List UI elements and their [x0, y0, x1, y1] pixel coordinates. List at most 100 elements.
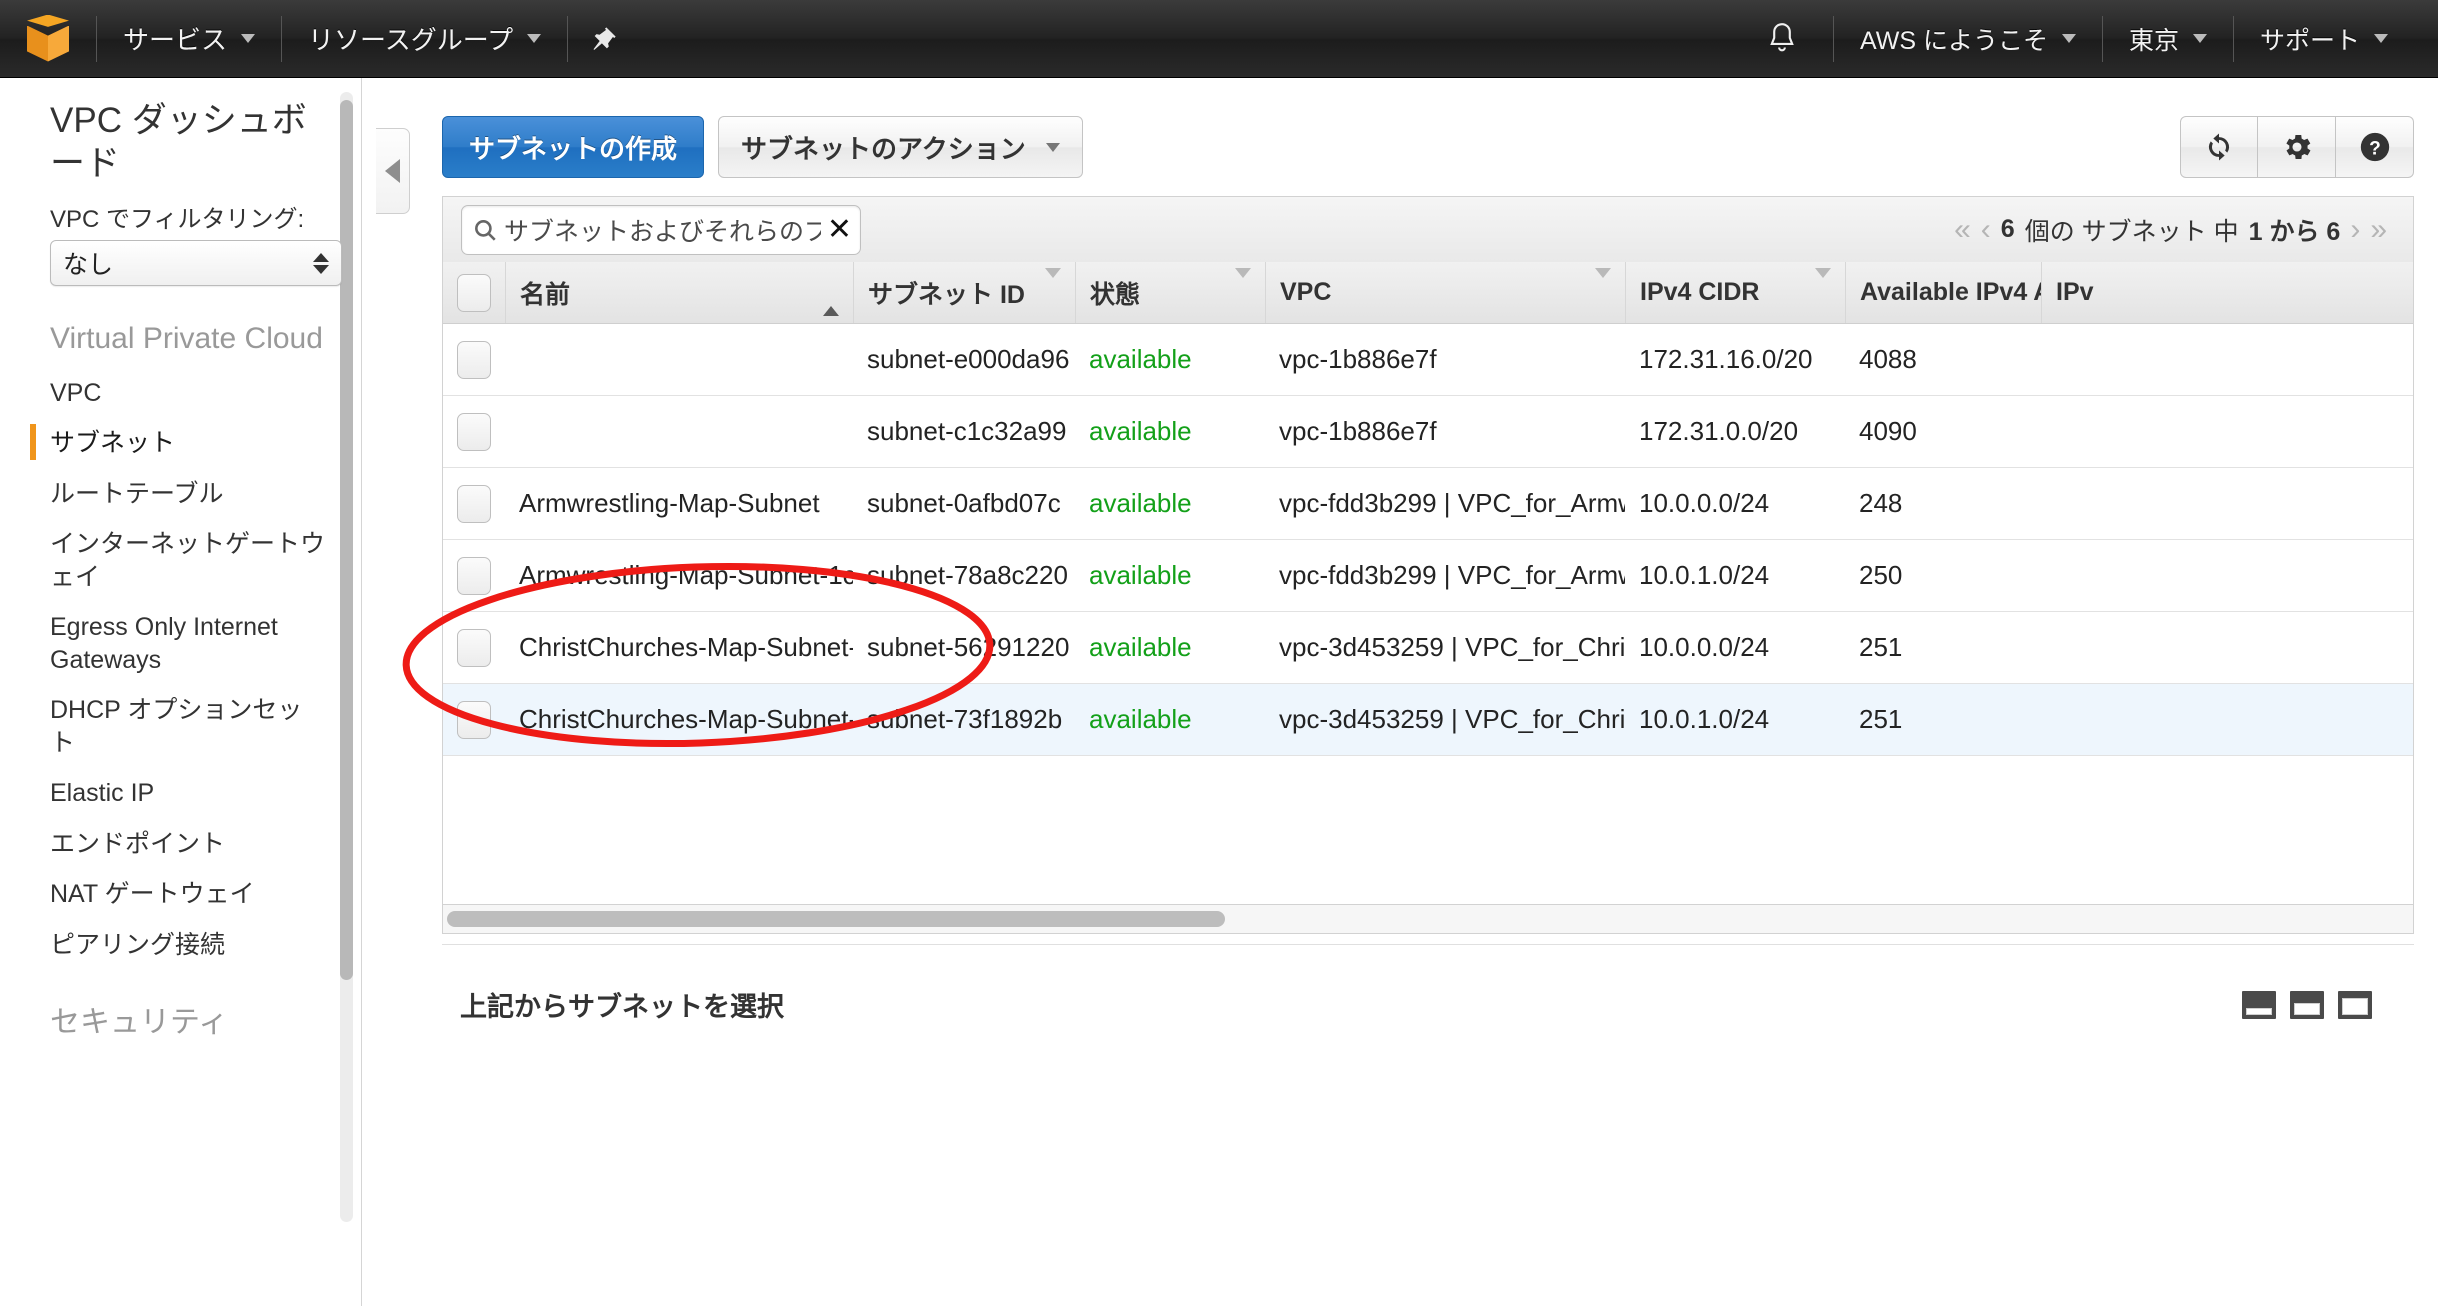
chevron-down-icon — [2374, 34, 2388, 43]
subnet-ipv6-cell — [2041, 540, 2161, 611]
column-header-ipv6[interactable]: IPv — [2041, 262, 2161, 323]
column-header-subnet-id[interactable]: サブネット ID — [853, 262, 1075, 323]
table-row[interactable]: ChristChurches-Map-Subnet-1c subnet-73f18… — [443, 684, 2413, 756]
row-checkbox[interactable] — [457, 340, 491, 379]
row-checkbox[interactable] — [457, 484, 491, 523]
filter-bar: サブネットおよびそれらのプ ✕ « ‹ 6 個の サブネット 中 1 から 6 … — [442, 196, 2414, 262]
table-row[interactable]: ChristChurches-Map-Subnet-1a subnet-56291… — [443, 612, 2413, 684]
row-checkbox-cell[interactable] — [443, 612, 505, 683]
subnet-ipv4-cidr-cell: 172.31.16.0/20 — [1639, 344, 1813, 374]
pagination-first-button[interactable]: « — [1954, 213, 1971, 247]
row-checkbox[interactable] — [457, 556, 491, 595]
sidebar-scrollbar-thumb[interactable] — [340, 100, 353, 980]
subnet-state-cell: available — [1089, 560, 1192, 590]
sidebar-item-peering-connections[interactable]: ピアリング接続 — [50, 920, 327, 971]
table-row[interactable]: Armwrestling-Map-Subnet subnet-0afbd07c av… — [443, 468, 2413, 540]
subnet-name-cell: Armwrestling-Map-Subnet — [519, 488, 820, 518]
resource-groups-menu[interactable]: リソースグループ — [282, 0, 567, 77]
subnet-id-cell: subnet-73f1892b — [867, 704, 1063, 734]
subnets-toolbar: サブネットの作成 サブネットのアクション ? — [418, 78, 2438, 188]
region-menu[interactable]: 東京 — [2103, 0, 2233, 77]
sort-ascending-icon — [823, 278, 839, 316]
sidebar-item-dhcp-option-sets[interactable]: DHCP オプションセット — [50, 685, 327, 768]
table-row[interactable]: subnet-e000da96 available vpc-1b886e7f 172.… — [443, 324, 2413, 396]
panel-size-medium-icon[interactable] — [2290, 990, 2324, 1019]
subnets-table: 名前 サブネット ID 状態 VPC IPv4 CIDR Available I… — [442, 262, 2414, 756]
row-checkbox[interactable] — [457, 628, 491, 667]
subnet-name-cell — [505, 396, 853, 467]
select-stepper-icon — [313, 252, 329, 274]
chevron-down-icon — [241, 34, 256, 43]
sidebar-item-internet-gateways[interactable]: インターネットゲートウェイ — [50, 519, 327, 602]
subnet-vpc-cell: vpc-fdd3b299 | VPC_for_Armwres… — [1279, 560, 1625, 590]
pin-icon[interactable] — [568, 0, 640, 77]
table-row[interactable]: subnet-c1c32a99 available vpc-1b886e7f 172.… — [443, 396, 2413, 468]
subnet-name-cell: ChristChurches-Map-Subnet-1a — [519, 632, 853, 662]
pagination-count: 6 — [2000, 215, 2015, 243]
vpc-filter-select[interactable]: なし — [50, 240, 342, 287]
subnet-vpc-cell: vpc-1b886e7f — [1279, 344, 1437, 374]
panel-size-small-icon[interactable] — [2242, 990, 2276, 1019]
help-icon[interactable]: ? — [2336, 116, 2414, 178]
aws-cube-icon[interactable] — [0, 0, 96, 77]
sidebar-item-subnets[interactable]: サブネット — [30, 418, 327, 469]
row-checkbox-cell[interactable] — [443, 540, 505, 611]
sidebar-collapse-button[interactable] — [376, 128, 410, 214]
column-header-ipv4-cidr[interactable]: IPv4 CIDR — [1625, 262, 1845, 323]
column-header-vpc[interactable]: VPC — [1265, 262, 1625, 323]
detail-panel: 上記からサブネットを選択 — [442, 944, 2414, 1064]
gear-icon[interactable] — [2258, 116, 2336, 178]
select-all-header[interactable] — [443, 262, 505, 323]
create-subnet-button[interactable]: サブネットの作成 — [442, 116, 705, 178]
subnet-name-cell — [505, 324, 853, 395]
sidebar-item-endpoints[interactable]: エンドポイント — [50, 819, 327, 870]
row-checkbox[interactable] — [457, 700, 491, 739]
select-all-checkbox[interactable] — [457, 273, 491, 312]
notifications-bell-button[interactable] — [1731, 0, 1833, 77]
row-checkbox-cell[interactable] — [443, 396, 505, 467]
column-header-state[interactable]: 状態 — [1075, 262, 1265, 323]
refresh-icon[interactable] — [2180, 116, 2258, 178]
horizontal-scrollbar-thumb[interactable] — [447, 911, 1225, 927]
subnet-name-cell: ChristChurches-Map-Subnet-1c — [519, 704, 853, 734]
subnet-ipv4-cidr-cell: 10.0.0.0/24 — [1639, 488, 1770, 518]
account-menu[interactable]: AWS にようこそ — [1834, 0, 2102, 77]
table-horizontal-scrollbar[interactable] — [442, 904, 2414, 934]
row-checkbox-cell[interactable] — [443, 468, 505, 539]
sidebar-item-egress-only-internet-gateways[interactable]: Egress Only Internet Gateways — [50, 602, 327, 685]
support-menu[interactable]: サポート — [2234, 0, 2414, 77]
detail-panel-empty-message: 上記からサブネットを選択 — [460, 992, 784, 1022]
column-header-name[interactable]: 名前 — [505, 262, 853, 323]
subnet-id-cell: subnet-0afbd07c — [867, 488, 1061, 518]
pagination-prev-button[interactable]: ‹ — [1981, 213, 1991, 247]
search-input[interactable]: サブネットおよびそれらのプ ✕ — [461, 204, 861, 255]
pagination-range: 1 から 6 — [2248, 217, 2341, 246]
sidebar-item-vpc[interactable]: VPC — [50, 368, 327, 419]
subnet-id-cell: subnet-78a8c220 — [867, 560, 1068, 590]
sidebar-group-vpc: Virtual Private Cloud — [50, 322, 323, 356]
row-checkbox-cell[interactable] — [443, 684, 505, 755]
row-checkbox[interactable] — [457, 412, 491, 451]
panel-size-large-icon[interactable] — [2338, 990, 2372, 1019]
subnet-state-cell: available — [1089, 416, 1192, 446]
chevron-left-icon — [385, 159, 400, 183]
clear-icon[interactable]: ✕ — [827, 214, 852, 245]
column-header-available-ipv4[interactable]: Available IPv4 A — [1845, 262, 2041, 323]
sort-menu-icon — [1815, 268, 1831, 306]
subnet-ipv6-cell — [2041, 324, 2161, 395]
services-menu-label: サービス — [123, 25, 228, 55]
row-checkbox-cell[interactable] — [443, 324, 505, 395]
subnet-ipv6-cell — [2041, 396, 2161, 467]
subnet-actions-button[interactable]: サブネットのアクション — [718, 116, 1083, 178]
table-row[interactable]: Armwrestling-Map-Subnet-1c subnet-78a8c22… — [443, 540, 2413, 612]
sort-menu-icon — [1235, 268, 1251, 306]
pagination-last-button[interactable]: » — [2370, 213, 2387, 247]
pagination-next-button[interactable]: › — [2350, 213, 2360, 247]
services-menu[interactable]: サービス — [97, 0, 281, 77]
vpc-console-page: サービス リソースグループ AWS にようこそ 東京 サポート VPC ダッシュ… — [0, 0, 2438, 1306]
sidebar-item-elastic-ip[interactable]: Elastic IP — [50, 768, 327, 819]
chevron-down-icon — [2061, 34, 2076, 43]
sidebar-item-nat-gateways[interactable]: NAT ゲートウェイ — [50, 869, 327, 920]
sidebar-item-route-tables[interactable]: ルートテーブル — [50, 469, 327, 520]
vpc-filter-label: VPC でフィルタリング: — [50, 206, 305, 234]
